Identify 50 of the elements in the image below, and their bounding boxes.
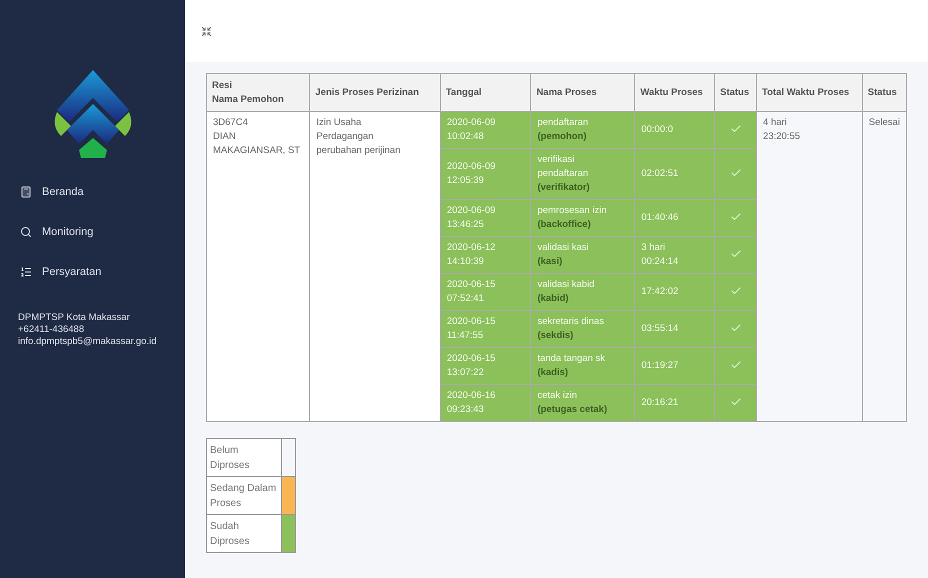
table-cell: 01:19:27 (634, 348, 715, 384)
table-cell: 03:55:14 (634, 310, 715, 348)
table-cell: Selesai (862, 112, 906, 422)
table-cell: 2020-06-15 13:07:22 (440, 348, 531, 384)
table-cell: 3D67C4 DIAN MAKAGIANSAR, ST (206, 112, 310, 422)
search-icon (20, 226, 32, 238)
nav-link[interactable]: Persyaratan (0, 252, 185, 292)
table-cell: 2020-06-15 07:52:41 (440, 274, 531, 310)
process-role: (kabid) (537, 292, 570, 306)
process-role: (kasi) (537, 255, 564, 269)
process-name: cetak izin (537, 389, 578, 403)
process-name: validasi kasi (537, 241, 590, 255)
process-role: (backoffice) (537, 218, 592, 232)
table-cell: 02:02:51 (634, 148, 715, 200)
process-name: pemrosesan izin (537, 204, 608, 218)
process-name: tanda tangan sk (537, 352, 606, 366)
process-role: (sekdis) (537, 329, 574, 343)
table-cell: 2020-06-09 10:02:48 (440, 112, 531, 148)
nav-link[interactable]: Beranda (0, 172, 185, 212)
process-role: (pemohon) (537, 130, 588, 144)
process-role: (petugas cetak) (537, 403, 608, 417)
contact-text: info.dpmptspb5@makassar.go.id (18, 336, 158, 348)
contact-text: +62411-436488 (18, 324, 86, 336)
process-name: validasi kabid (537, 278, 596, 292)
process-name: verifikasi pendaftaran (537, 153, 590, 181)
table-cell: 2020-06-12 14:10:39 (440, 236, 531, 274)
legend-label: Sedang Dalam Proses (206, 476, 282, 514)
process-role: (kadis) (537, 366, 570, 380)
legend-label: Sudah Diproses (206, 514, 282, 552)
table-cell: 2020-06-09 13:46:25 (440, 200, 531, 236)
legend-label: Belum Diproses (206, 438, 282, 476)
table-cell: 00:00:0 (634, 112, 715, 148)
column-header: Resi Nama Pemohon (206, 74, 310, 112)
table-cell: 20:16:21 (634, 384, 715, 422)
table-cell: 2020-06-16 09:23:43 (440, 384, 531, 422)
nav-link[interactable]: Monitoring (0, 212, 185, 252)
contact-text: DPMPTSP Kota Makassar (18, 312, 131, 324)
table-cell: 2020-06-15 11:47:55 (440, 310, 531, 348)
table-cell: 3 hari 00:24:14 (634, 236, 715, 274)
process-name: pendaftaran (537, 116, 590, 130)
table-cell: 17:42:02 (634, 274, 715, 310)
table-cell: 2020-06-09 12:05:39 (440, 148, 531, 200)
table-cell: 4 hari 23:20:55 (756, 112, 862, 422)
list-icon (20, 266, 32, 278)
process-role: (verifikator) (537, 181, 591, 195)
calculator-icon (20, 186, 32, 198)
collapse-icon[interactable] (201, 26, 212, 36)
table-cell: Izin Usaha Perdagangan perubahan perijinan (310, 112, 440, 422)
process-name: sekretaris dinas (537, 315, 605, 329)
table-cell: 01:40:46 (634, 200, 715, 236)
